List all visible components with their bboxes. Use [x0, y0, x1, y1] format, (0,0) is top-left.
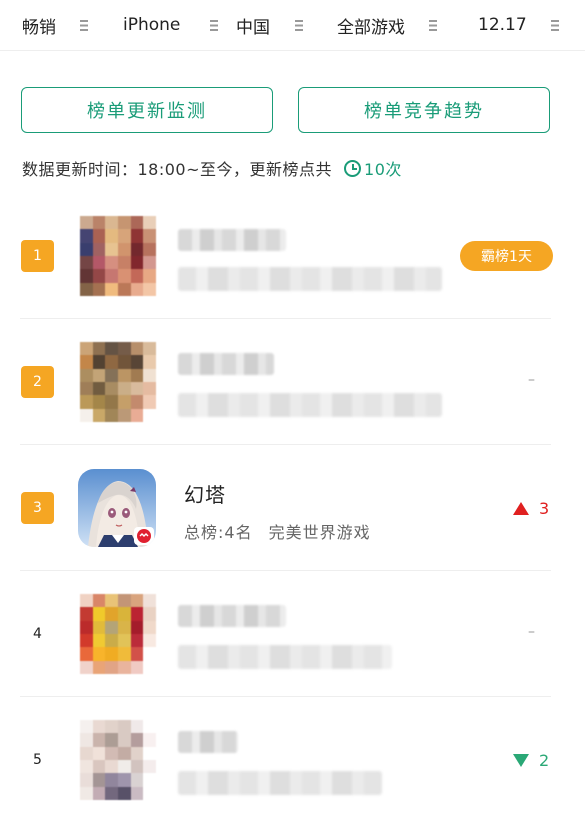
rank-number: 5	[33, 752, 42, 768]
app-name-blurred	[178, 229, 286, 251]
menu-icon	[210, 19, 219, 31]
filter-chart-type[interactable]: 畅销	[22, 13, 88, 38]
app-name-blurred	[178, 731, 238, 753]
chart-competition-trend-button[interactable]: 榜单竞争趋势	[298, 87, 550, 133]
rank-badge: 3	[21, 492, 54, 524]
app-name-blurred	[178, 353, 274, 375]
arrow-down-icon	[513, 753, 529, 767]
rank-change-value: 2	[539, 750, 550, 770]
app-icon[interactable]	[78, 469, 156, 547]
update-info: 数据更新时间：18:00~至今，更新榜点共 10次	[22, 155, 402, 181]
rank-number: 4	[33, 626, 42, 642]
rank-change: 3	[513, 497, 549, 519]
list-item[interactable]: 2 –	[0, 319, 585, 445]
app-subtitle: 总榜:4名 完美世界游戏	[184, 519, 371, 543]
filter-bar: 畅销 iPhone 中国 全部游戏 12.17	[0, 0, 585, 51]
filter-date[interactable]: 12.17	[478, 13, 559, 37]
filter-device[interactable]: iPhone	[123, 13, 219, 37]
rank-badge: 2	[21, 366, 54, 398]
top-streak-badge: 霸榜1天	[460, 241, 553, 271]
app-subtitle-blurred	[178, 771, 382, 795]
update-info-text: 数据更新时间：18:00~至今，更新榜点共	[22, 160, 333, 179]
rank-change-none: –	[528, 372, 535, 388]
app-icon-pixelated[interactable]	[80, 216, 156, 296]
update-count[interactable]: 10次	[364, 156, 402, 180]
menu-icon	[295, 19, 303, 31]
filter-category-label: 全部游戏	[337, 17, 405, 38]
filter-region[interactable]: 中国	[236, 13, 303, 38]
chart-update-monitor-button[interactable]: 榜单更新监测	[21, 87, 273, 133]
menu-icon	[429, 19, 437, 31]
app-name-blurred	[178, 605, 286, 627]
list-item[interactable]: 3 幻塔 总榜:4名 完美世界游戏 3	[0, 445, 585, 571]
publisher-name: 完美世界游戏	[268, 523, 371, 542]
app-name[interactable]: 幻塔	[184, 479, 226, 508]
app-subtitle-blurred	[178, 267, 442, 291]
list-item[interactable]: 5 2	[0, 697, 585, 823]
filter-chart-type-label: 畅销	[22, 17, 56, 38]
list-item[interactable]: 4 –	[0, 571, 585, 697]
filter-region-label: 中国	[236, 17, 270, 38]
app-icon-pixelated[interactable]	[80, 594, 156, 674]
filter-category[interactable]: 全部游戏	[337, 13, 437, 38]
arrow-up-icon	[513, 501, 529, 515]
menu-icon	[80, 19, 88, 31]
rank-change-value: 3	[539, 498, 550, 518]
app-subtitle-blurred	[178, 393, 442, 417]
rank-change-none: –	[528, 624, 535, 640]
rank-badge: 1	[21, 240, 54, 272]
app-icon-pixelated[interactable]	[80, 720, 156, 800]
filter-device-label: iPhone	[123, 15, 181, 35]
rank-change: 2	[513, 749, 549, 771]
clock-icon	[344, 159, 362, 177]
filter-date-label: 12.17	[478, 15, 527, 35]
app-icon-pixelated[interactable]	[80, 342, 156, 422]
total-rank: 总榜:4名	[184, 523, 253, 542]
menu-icon	[550, 19, 559, 31]
app-subtitle-blurred	[178, 645, 392, 669]
list-item[interactable]: 1 霸榜1天	[0, 193, 585, 319]
